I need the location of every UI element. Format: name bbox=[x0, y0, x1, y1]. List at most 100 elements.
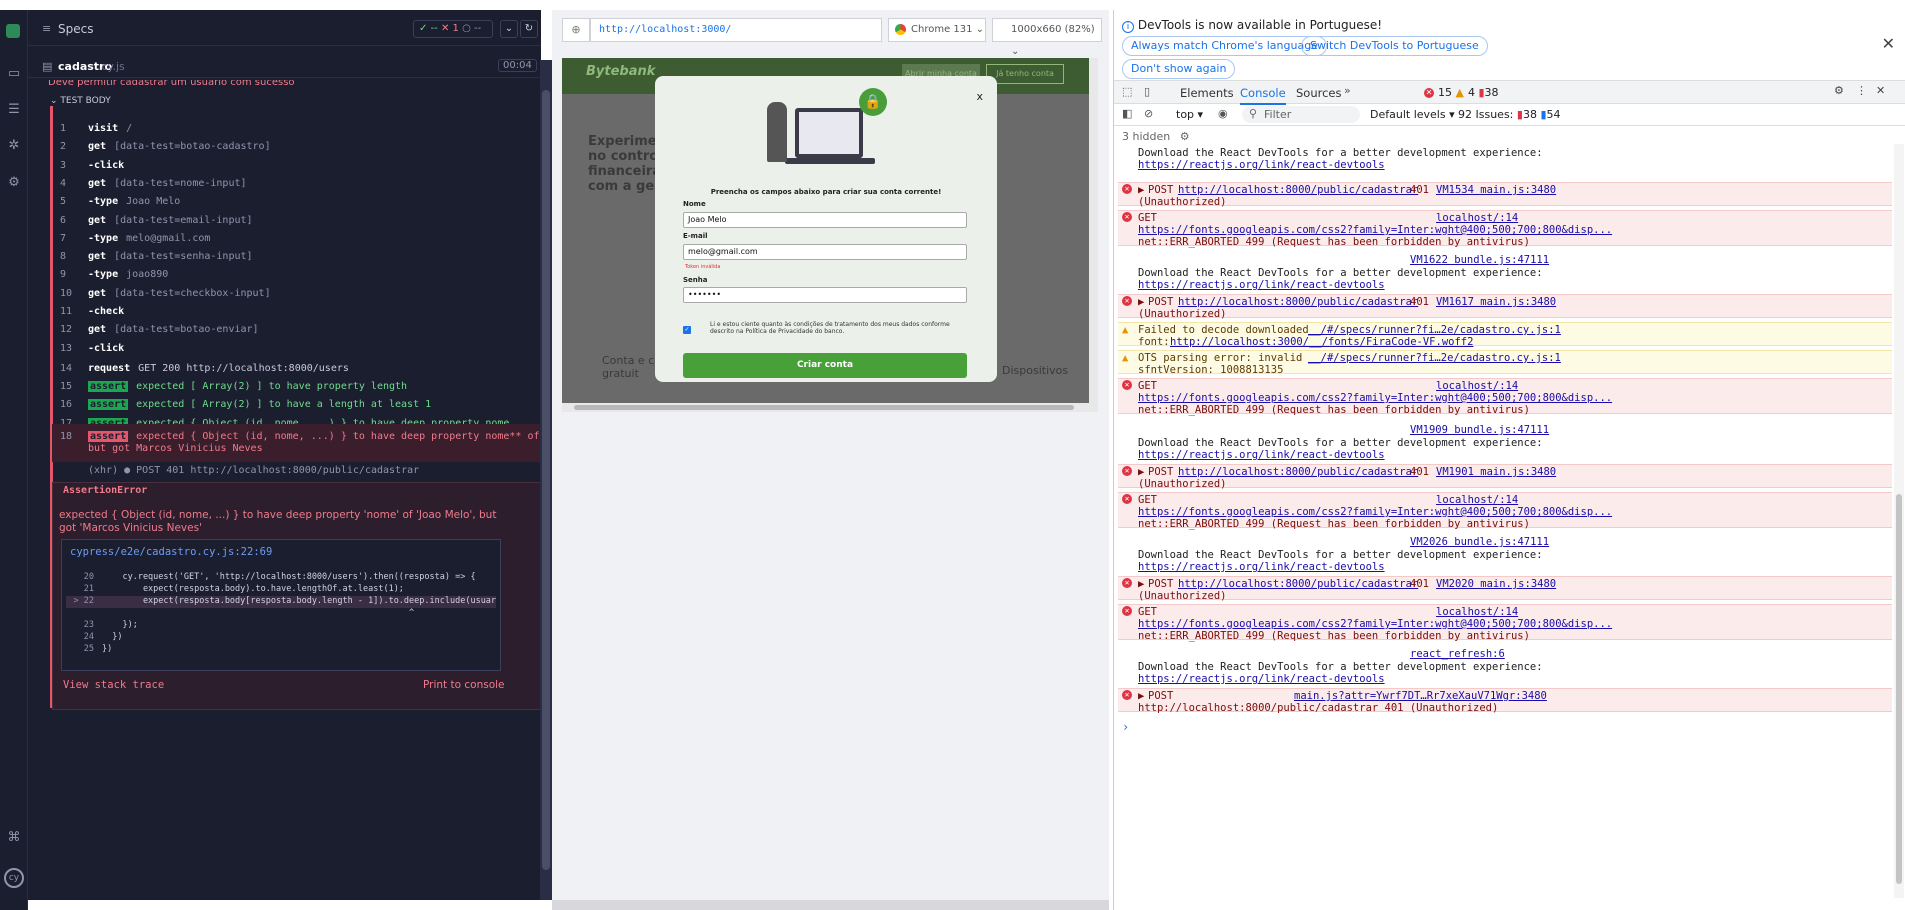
close-devtools-icon[interactable]: ✕ bbox=[1876, 84, 1885, 97]
console-settings-icon[interactable]: ⚙ bbox=[1180, 130, 1190, 143]
request-details: GET 200 http://localhost:8000/users bbox=[138, 363, 349, 374]
switch-language-button[interactable]: Switch DevTools to Portuguese bbox=[1301, 36, 1488, 56]
runs-icon[interactable]: ▭ bbox=[6, 66, 22, 82]
levels-select[interactable]: Default levels ▾ bbox=[1370, 108, 1455, 121]
print-console-button[interactable]: Print to console bbox=[423, 679, 505, 691]
iframe-h-scrollbar[interactable] bbox=[562, 403, 1098, 412]
command-name: get bbox=[88, 141, 107, 153]
gear-icon[interactable]: ⚙ bbox=[1834, 84, 1844, 97]
react-devtools-link[interactable]: https://reactjs.org/link/react-devtools bbox=[1138, 159, 1385, 171]
react-devtools-link[interactable]: https://reactjs.org/link/react-devtools bbox=[1138, 561, 1385, 573]
close-icon[interactable]: ✕ bbox=[1882, 34, 1895, 53]
selector-playground-icon[interactable]: ⊕ bbox=[562, 18, 590, 42]
expand-icon[interactable]: ▶ bbox=[1138, 466, 1144, 478]
xhr-row[interactable]: (xhr) ● POST 401 http://localhost:8000/p… bbox=[88, 460, 541, 482]
request-url-link[interactable]: http://localhost:8000/public/cadastrar bbox=[1178, 578, 1418, 590]
error-icon: ✕ bbox=[1122, 494, 1132, 504]
filter-input[interactable]: Filter bbox=[1242, 106, 1360, 123]
source-link[interactable]: localhost/:14 bbox=[1436, 380, 1518, 392]
react-devtools-link[interactable]: https://reactjs.org/link/react-devtools bbox=[1138, 673, 1385, 685]
tab-console[interactable]: Console bbox=[1240, 86, 1286, 105]
more-tabs-icon[interactable]: » bbox=[1344, 84, 1351, 97]
react-devtools-link[interactable]: https://reactjs.org/link/react-devtools bbox=[1138, 279, 1385, 291]
spec-list-icon[interactable] bbox=[6, 24, 20, 38]
font-url-link[interactable]: http://localhost:3000/__/fonts/FiraCode-… bbox=[1170, 336, 1473, 348]
specs-nav-icon[interactable]: ☰ bbox=[6, 102, 22, 118]
email-input[interactable]: melo@gmail.com bbox=[683, 244, 967, 260]
close-icon[interactable]: x bbox=[976, 90, 983, 103]
source-link[interactable]: VM2020 main.js:3480 bbox=[1436, 578, 1556, 590]
console-message: VM2026 bundle.js:47111 bbox=[1118, 536, 1892, 548]
source-link[interactable]: VM1909 bundle.js:47111 bbox=[1410, 424, 1549, 436]
source-link[interactable]: VM1622 bundle.js:47111 bbox=[1410, 254, 1549, 266]
top-strip bbox=[0, 0, 1905, 10]
expand-icon[interactable]: ▶ bbox=[1138, 296, 1144, 308]
context-select[interactable]: top ▾ bbox=[1176, 108, 1203, 121]
url-input[interactable]: http://localhost:3000/ bbox=[590, 18, 882, 42]
view-stack-trace-button[interactable]: View stack trace bbox=[63, 679, 164, 691]
source-link[interactable]: main.js?attr=Ywrf7DT…Rr7xeXauV71Wgr:3480 bbox=[1294, 690, 1547, 702]
console-prompt[interactable]: › bbox=[1122, 720, 1129, 734]
console-message: ✕ GET localhost/:14 https://fonts.googleapi… bbox=[1118, 604, 1892, 642]
expand-icon[interactable]: ▶ bbox=[1138, 690, 1144, 702]
fonts-url-link[interactable]: https://fonts.googleapis.com/css2?family… bbox=[1138, 392, 1612, 404]
reporter-scrollbar[interactable] bbox=[540, 60, 552, 900]
react-devtools-text: Download the React DevTools for a better… bbox=[1138, 437, 1543, 449]
error-block: AssertionError expected { Object (id, nom… bbox=[52, 482, 541, 710]
expand-icon[interactable]: ▶ bbox=[1138, 578, 1144, 590]
kebab-menu-icon[interactable]: ⋮ bbox=[1856, 84, 1867, 97]
request-url-link[interactable]: http://localhost:8000/public/cadastrar bbox=[1178, 466, 1418, 478]
source-link[interactable]: __/#/specs/runner?fi…2e/cadastro.cy.js:1 bbox=[1308, 352, 1561, 364]
console-counters[interactable]: ✕ 15 ▲ 4 ▮38 bbox=[1424, 86, 1499, 99]
login-button[interactable]: Já tenho conta bbox=[986, 64, 1064, 84]
source-link[interactable]: localhost/:14 bbox=[1436, 606, 1518, 618]
request-url-link[interactable]: http://localhost:8000/public/cadastrar bbox=[1178, 296, 1418, 308]
devtools-panel: i DevTools is now available in Portugues… bbox=[1113, 10, 1905, 910]
inspect-icon[interactable]: ⬚ bbox=[1122, 85, 1132, 98]
source-link[interactable]: react_refresh:6 bbox=[1410, 648, 1505, 660]
fonts-url-link[interactable]: https://fonts.googleapis.com/css2?family… bbox=[1138, 618, 1612, 630]
device-toolbar-icon[interactable]: ▯ bbox=[1144, 85, 1150, 98]
nome-input[interactable]: Joao Melo bbox=[683, 212, 967, 228]
terms-checkbox[interactable]: ✓ bbox=[683, 326, 691, 334]
request-url-link[interactable]: http://localhost:8000/public/cadastrar bbox=[1178, 184, 1418, 196]
filter-icon: ⚲ bbox=[1249, 107, 1258, 120]
dont-show-button[interactable]: Don't show again bbox=[1122, 59, 1236, 79]
command-name: get bbox=[88, 324, 107, 336]
senha-input[interactable]: ••••••• bbox=[683, 287, 967, 303]
command-arg: [data-test=nome-input] bbox=[114, 177, 247, 189]
keyboard-shortcuts-icon[interactable]: ⌘ bbox=[6, 830, 22, 846]
tab-sources[interactable]: Sources bbox=[1296, 86, 1342, 100]
source-link[interactable]: VM2026 bundle.js:47111 bbox=[1410, 536, 1549, 548]
expand-icon[interactable]: ▶ bbox=[1138, 184, 1144, 196]
fonts-url-link[interactable]: https://fonts.googleapis.com/css2?family… bbox=[1138, 224, 1612, 236]
source-link[interactable]: __/#/specs/runner?fi…2e/cadastro.cy.js:1 bbox=[1308, 324, 1561, 336]
file-link[interactable]: cypress/e2e/cadastro.cy.js:22:69 bbox=[70, 546, 272, 558]
source-link[interactable]: localhost/:14 bbox=[1436, 212, 1518, 224]
settings-icon[interactable]: ⚙ bbox=[6, 175, 22, 191]
command-name: get bbox=[88, 251, 107, 263]
source-link[interactable]: localhost/:14 bbox=[1436, 494, 1518, 506]
iframe-scrollbar[interactable] bbox=[1089, 58, 1098, 403]
criar-conta-button[interactable]: Criar conta bbox=[683, 353, 967, 378]
warning-text: OTS parsing error: invalid bbox=[1138, 352, 1303, 364]
source-link[interactable]: VM1901 main.js:3480 bbox=[1436, 466, 1556, 478]
command-arg: [data-test=email-input] bbox=[114, 214, 253, 226]
console-scrollbar[interactable] bbox=[1894, 144, 1904, 898]
command-row[interactable]: 13 -click bbox=[60, 338, 541, 360]
match-language-button[interactable]: Always match Chrome's language bbox=[1122, 36, 1327, 56]
clear-console-icon[interactable]: ⊘ bbox=[1144, 107, 1153, 120]
card-devices: Dispositivos bbox=[1002, 364, 1069, 377]
fonts-url-link[interactable]: https://fonts.googleapis.com/css2?family… bbox=[1138, 506, 1612, 518]
tab-elements[interactable]: Elements bbox=[1180, 86, 1234, 100]
source-link[interactable]: VM1617 main.js:3480 bbox=[1436, 296, 1556, 308]
issues-counter[interactable]: 92 Issues: ▮38 ▮54 bbox=[1458, 108, 1561, 121]
debug-icon[interactable]: ✲ bbox=[6, 138, 22, 154]
levels-label: Default levels bbox=[1370, 108, 1446, 121]
assert-tag: assert bbox=[88, 399, 129, 411]
viewport-select[interactable]: 1000x660 (82%) ⌄ bbox=[992, 18, 1102, 57]
eye-icon[interactable]: ◉ bbox=[1218, 107, 1228, 120]
react-devtools-link[interactable]: https://reactjs.org/link/react-devtools bbox=[1138, 449, 1385, 461]
sidebar-toggle-icon[interactable]: ◧ bbox=[1122, 107, 1132, 120]
source-link[interactable]: VM1534 main.js:3480 bbox=[1436, 184, 1556, 196]
